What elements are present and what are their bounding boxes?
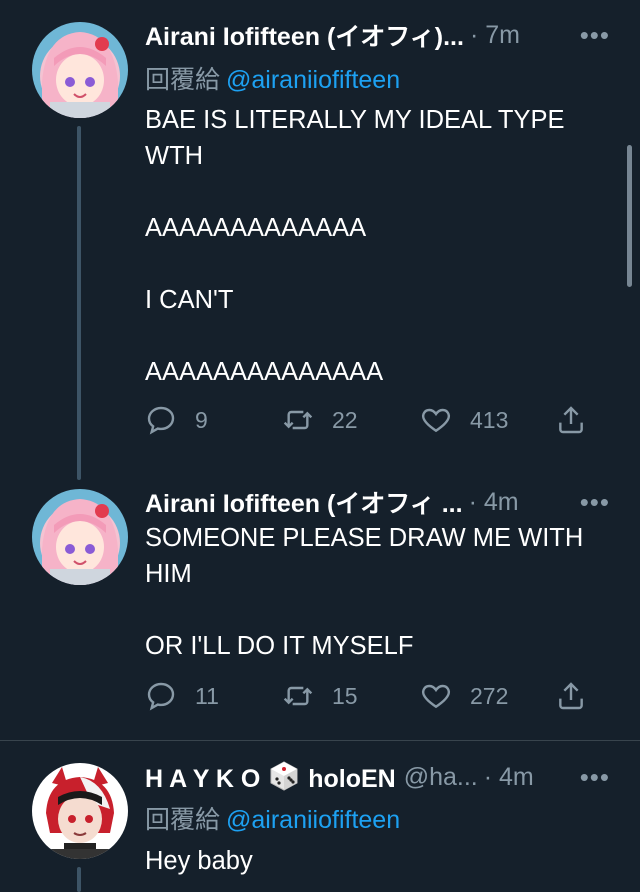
- thread-line: [77, 867, 81, 892]
- reply-count: 11: [195, 682, 219, 709]
- tweet-text: SOMEONE PLEASE DRAW ME WITH HIM OR I'LL …: [145, 524, 584, 660]
- heart-icon: [422, 408, 450, 433]
- mention-link[interactable]: @airaniiofifteen: [226, 806, 400, 834]
- like-count: 413: [470, 406, 509, 433]
- author-handle[interactable]: @ha...: [404, 763, 478, 792]
- author-name[interactable]: H A Y K O holoEN: [145, 760, 396, 794]
- more-options-icon[interactable]: •••: [570, 762, 610, 793]
- reply-count: 9: [195, 406, 208, 433]
- reply-icon: [147, 682, 175, 711]
- reply-button[interactable]: 11: [145, 676, 219, 716]
- tweet-1[interactable]: Airani Iofifteen (イオフィ)... · 7m ••• 回覆給 @…: [0, 0, 640, 480]
- more-options-icon[interactable]: •••: [570, 20, 610, 51]
- share-icon: [559, 682, 583, 710]
- scrollbar[interactable]: [627, 145, 632, 287]
- like-button[interactable]: 272: [420, 676, 508, 716]
- author-name[interactable]: Airani Iofifteen (イオフィ ...: [145, 484, 463, 520]
- tweet-header: Airani Iofifteen (イオフィ)... · 7m •••: [145, 18, 610, 52]
- thread-line: [77, 126, 81, 480]
- replying-to: 回覆給 @airaniiofifteen: [145, 60, 400, 96]
- replying-to: 回覆給 @airaniiofifteen: [145, 800, 400, 836]
- reply-icon: [147, 406, 175, 435]
- retweet-count: 15: [332, 682, 358, 709]
- author-name[interactable]: Airani Iofifteen (イオフィ)...: [145, 17, 464, 53]
- dice-emoji-icon: [270, 761, 298, 791]
- like-button[interactable]: 413: [420, 400, 508, 440]
- like-count: 272: [470, 682, 509, 709]
- tweet-2[interactable]: Airani Iofifteen (イオフィ ... · 4m ••• SOME…: [0, 480, 640, 740]
- retweet-button[interactable]: 22: [282, 400, 358, 440]
- share-button[interactable]: [555, 400, 605, 440]
- retweet-icon: [283, 686, 313, 706]
- more-options-icon[interactable]: •••: [570, 487, 610, 518]
- avatar-airani[interactable]: [32, 22, 128, 118]
- avatar-airani[interactable]: [32, 489, 128, 585]
- tweet-3[interactable]: H A Y K O holoEN @ha... · 4m ••• 回覆給 @air…: [0, 741, 640, 892]
- heart-icon: [422, 684, 450, 709]
- tweet-header: H A Y K O holoEN @ha... · 4m •••: [145, 760, 610, 794]
- reply-prefix: 回覆給: [145, 806, 221, 834]
- retweet-icon: [283, 410, 313, 430]
- share-button[interactable]: [555, 676, 605, 716]
- retweet-count: 22: [332, 406, 358, 433]
- share-icon: [559, 406, 583, 434]
- tweet-text: BAE IS LITERALLY MY IDEAL TYPE WTH AAAAA…: [145, 106, 565, 386]
- timestamp[interactable]: · 4m: [484, 763, 534, 792]
- avatar-hakos[interactable]: [32, 763, 128, 859]
- timestamp[interactable]: · 7m: [470, 21, 520, 50]
- tweet-header: Airani Iofifteen (イオフィ ... · 4m •••: [145, 485, 610, 519]
- author-name-suffix: holoEN: [308, 765, 396, 793]
- reply-prefix: 回覆給: [145, 66, 221, 94]
- timestamp[interactable]: · 4m: [469, 488, 519, 517]
- reply-button[interactable]: 9: [145, 400, 208, 440]
- tweet-text: Hey baby: [145, 847, 253, 875]
- tweet-actions: 11 15 272: [145, 676, 605, 716]
- retweet-button[interactable]: 15: [282, 676, 358, 716]
- author-name-prefix: H A Y K O: [145, 765, 261, 793]
- mention-link[interactable]: @airaniiofifteen: [226, 66, 400, 94]
- tweet-actions: 9 22 413: [145, 400, 605, 440]
